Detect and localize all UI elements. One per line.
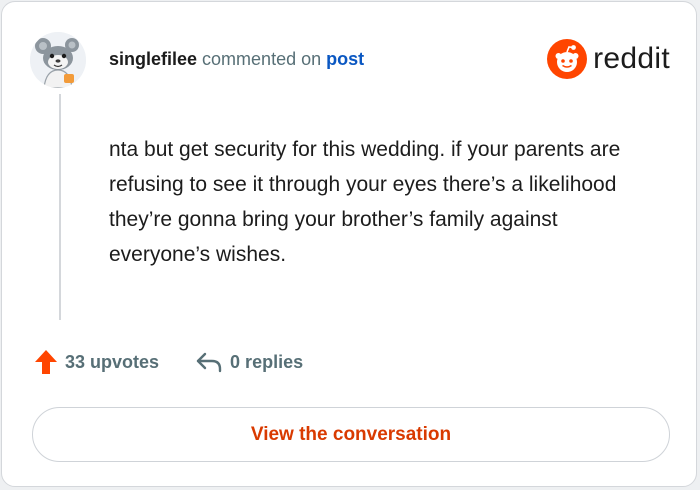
upvote-arrow-icon [34, 349, 58, 375]
action-text: commented on [202, 49, 322, 69]
thread-line [59, 94, 61, 320]
reddit-brand[interactable]: reddit [547, 39, 670, 79]
snoo-avatar-icon [30, 32, 86, 88]
upvote-count: 33 upvotes [65, 351, 160, 372]
replies-button[interactable]: 0 replies [195, 351, 303, 373]
comment-embed-card: singlefilee commented on post reddit nta… [1, 1, 697, 487]
reply-arrow-icon [195, 351, 223, 373]
comment-actions: 33 upvotes 0 replies [34, 349, 303, 375]
upvote-button[interactable]: 33 upvotes [34, 349, 159, 375]
avatar[interactable] [30, 32, 86, 88]
post-link[interactable]: post [326, 49, 364, 69]
comment-body: nta but get security for this wedding. i… [109, 138, 621, 266]
username-link[interactable]: singlefilee [109, 49, 197, 69]
view-conversation-button[interactable]: View the conversation [32, 407, 670, 462]
comment-header: singlefilee commented on post [109, 49, 364, 70]
reddit-wordmark: reddit [593, 42, 670, 75]
reddit-logo-icon [547, 39, 588, 79]
reply-count: 0 replies [230, 351, 304, 372]
